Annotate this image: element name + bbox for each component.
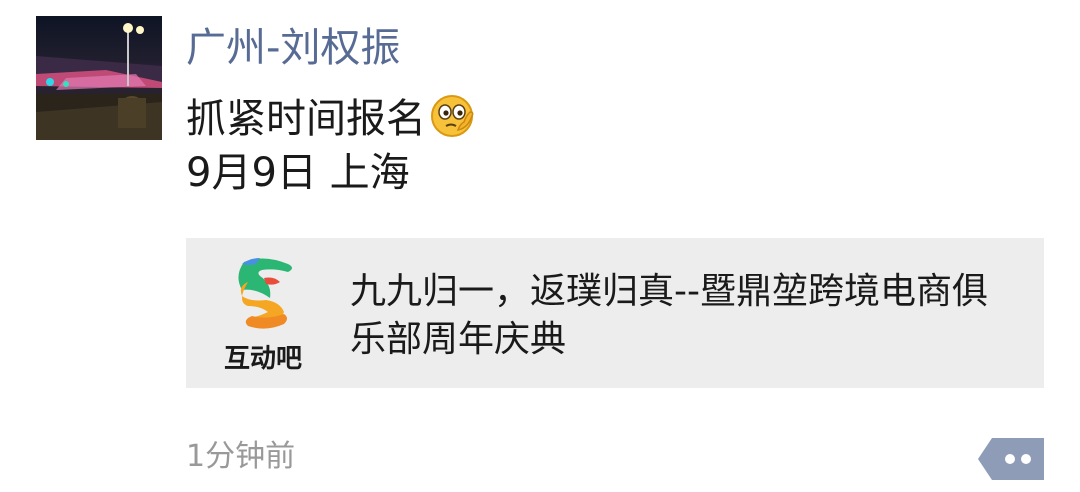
nickname-link[interactable]: 广州-刘权振 — [186, 20, 400, 76]
hands-logo-icon — [238, 258, 292, 329]
post-content: 抓紧时间报名 9月9日 上海 — [186, 92, 906, 200]
post-text-main: 抓紧时间报名 — [186, 96, 426, 142]
post-timestamp: 1分钟前 — [186, 439, 296, 474]
more-dots-icon — [978, 438, 1044, 480]
link-card-icon-caption: 互动吧 — [223, 344, 302, 374]
avatar[interactable] — [36, 16, 162, 140]
post-text-line-2: 9月9日 上海 — [186, 150, 410, 196]
link-card-icon: 互动吧 — [208, 252, 318, 376]
link-card-title: 九九归一，返璞归真--暨鼎堃跨境电商俱乐部周年庆典 — [350, 271, 988, 360]
link-card[interactable]: 互动吧 九九归一，返璞归真--暨鼎堃跨境电商俱乐部周年庆典 — [186, 238, 1044, 388]
post-text-line-1: 抓紧时间报名 — [186, 92, 906, 146]
more-actions-button[interactable] — [978, 438, 1044, 480]
thinking-face-emoji-icon — [428, 90, 480, 142]
avatar-night-bridge-image — [36, 16, 162, 140]
